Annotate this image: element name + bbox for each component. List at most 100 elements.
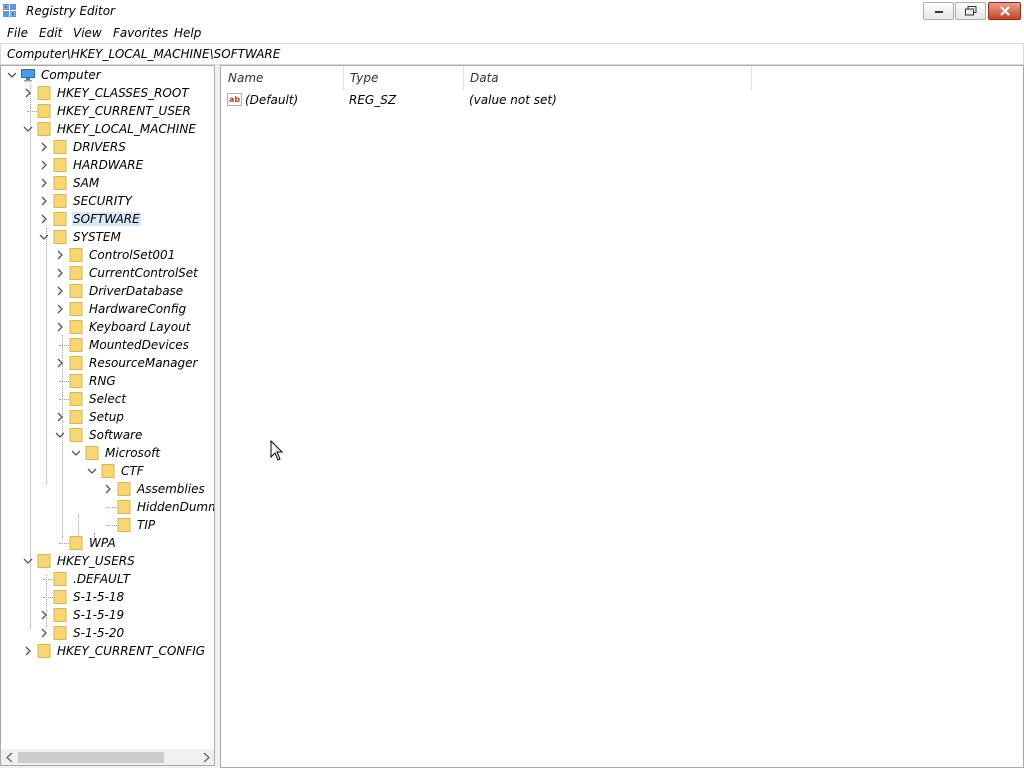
value-row[interactable]: ab (Default) REG_SZ (value not set): [221, 90, 1001, 110]
tree-node-label[interactable]: HKEY_LOCAL_MACHINE: [56, 122, 197, 136]
chevron-down-icon[interactable]: [23, 555, 33, 567]
tree-node[interactable]: S-1-5-18: [1, 588, 214, 606]
address-path[interactable]: Computer\HKEY_LOCAL_MACHINE\SOFTWARE: [7, 47, 280, 61]
chevron-down-icon[interactable]: [87, 465, 97, 477]
tree-node-label[interactable]: HKEY_CLASSES_ROOT: [56, 86, 190, 100]
tree-node[interactable]: CurrentControlSet: [1, 264, 214, 282]
chevron-down-icon[interactable]: [55, 429, 65, 441]
column-header-name[interactable]: Name: [221, 66, 343, 90]
tree-node-label[interactable]: .DEFAULT: [72, 572, 131, 586]
tree-node-label[interactable]: SAM: [72, 176, 100, 190]
tree-node-label[interactable]: MountedDevices: [88, 338, 190, 352]
tree-node[interactable]: S-1-5-19: [1, 606, 214, 624]
tree-node[interactable]: DriverDatabase: [1, 282, 214, 300]
menu-help[interactable]: Help: [174, 26, 201, 40]
tree-node-label[interactable]: TIP: [136, 518, 156, 532]
address-bar[interactable]: Computer\HKEY_LOCAL_MACHINE\SOFTWARE: [0, 43, 1024, 65]
tree-node-label[interactable]: HiddenDumm: [136, 500, 214, 514]
tree-node[interactable]: Assemblies: [1, 480, 214, 498]
close-button[interactable]: [988, 2, 1021, 20]
tree-node-label[interactable]: WPA: [88, 536, 117, 550]
tree-node[interactable]: Setup: [1, 408, 214, 426]
tree-node[interactable]: Keyboard Layout: [1, 318, 214, 336]
chevron-right-icon[interactable]: [39, 177, 49, 189]
tree-node-label[interactable]: Select: [88, 392, 127, 406]
tree-node-label[interactable]: Keyboard Layout: [88, 320, 191, 334]
tree-node[interactable]: TIP: [1, 516, 214, 534]
menu-view[interactable]: View: [73, 26, 102, 40]
tree-node[interactable]: HKEY_LOCAL_MACHINE: [1, 120, 214, 138]
chevron-right-icon[interactable]: [55, 285, 65, 297]
tree-node[interactable]: DRIVERS: [1, 138, 214, 156]
tree-node[interactable]: SAM: [1, 174, 214, 192]
tree-node-label[interactable]: ResourceManager: [88, 356, 198, 370]
chevron-right-icon[interactable]: [55, 411, 65, 423]
values-list-pane[interactable]: Name Type Data ab (Default) REG_SZ (valu…: [220, 65, 1024, 768]
tree-node-label[interactable]: HardwareConfig: [88, 302, 187, 316]
tree-node-label[interactable]: SECURITY: [72, 194, 133, 208]
tree-node-label[interactable]: HKEY_USERS: [56, 554, 136, 568]
tree-node[interactable]: HARDWARE: [1, 156, 214, 174]
tree-node[interactable]: SECURITY: [1, 192, 214, 210]
menu-edit[interactable]: Edit: [39, 26, 62, 40]
key-tree-pane[interactable]: Computer HKEY_CLASSES_ROOT HKEY_CURRENT_US…: [0, 65, 215, 766]
tree-node-label[interactable]: Setup: [88, 410, 125, 424]
tree-horizontal-scrollbar[interactable]: [1, 749, 214, 765]
tree-node[interactable]: Computer: [1, 66, 214, 84]
tree-node-label-selected[interactable]: SOFTWARE: [72, 212, 141, 226]
restore-button[interactable]: [955, 2, 986, 20]
chevron-right-icon[interactable]: [55, 357, 65, 369]
tree-node-label[interactable]: DriverDatabase: [88, 284, 184, 298]
tree-node[interactable]: .DEFAULT: [1, 570, 214, 588]
chevron-right-icon[interactable]: [39, 609, 49, 621]
tree-node[interactable]: SOFTWARE: [1, 210, 214, 228]
chevron-right-icon[interactable]: [55, 267, 65, 279]
chevron-right-icon[interactable]: [39, 213, 49, 225]
tree-node[interactable]: ResourceManager: [1, 354, 214, 372]
tree-node-label[interactable]: Microsoft: [104, 446, 161, 460]
tree-node[interactable]: HKEY_CURRENT_USER: [1, 102, 214, 120]
tree-node-label[interactable]: RNG: [88, 374, 117, 388]
tree-node[interactable]: CTF: [1, 462, 214, 480]
tree-node[interactable]: S-1-5-20: [1, 624, 214, 642]
chevron-right-icon[interactable]: [23, 87, 33, 99]
chevron-right-icon[interactable]: [23, 645, 33, 657]
tree-node-label[interactable]: SYSTEM: [72, 230, 122, 244]
tree-node-label[interactable]: HKEY_CURRENT_USER: [56, 104, 192, 118]
tree-node[interactable]: WPA: [1, 534, 214, 552]
column-header-type[interactable]: Type: [343, 66, 463, 90]
scrollbar-thumb[interactable]: [18, 752, 164, 763]
menu-file[interactable]: File: [7, 26, 28, 40]
tree-node[interactable]: HardwareConfig: [1, 300, 214, 318]
tree-node[interactable]: HKEY_CURRENT_CONFIG: [1, 642, 214, 660]
chevron-right-icon[interactable]: [55, 321, 65, 333]
tree-node-label[interactable]: ControlSet001: [88, 248, 176, 262]
tree-node[interactable]: RNG: [1, 372, 214, 390]
tree-node[interactable]: HKEY_USERS: [1, 552, 214, 570]
tree-node[interactable]: Software: [1, 426, 214, 444]
chevron-right-icon[interactable]: [39, 195, 49, 207]
tree-node-label[interactable]: Software: [88, 428, 143, 442]
tree-node[interactable]: MountedDevices: [1, 336, 214, 354]
tree-node[interactable]: HKEY_CLASSES_ROOT: [1, 84, 214, 102]
tree-node[interactable]: Select: [1, 390, 214, 408]
chevron-right-icon[interactable]: [55, 249, 65, 261]
tree-node-label[interactable]: Computer: [40, 68, 102, 82]
tree-node-label[interactable]: S-1-5-20: [72, 626, 125, 640]
menu-favorites[interactable]: Favorites: [113, 26, 168, 40]
tree-node-label[interactable]: CurrentControlSet: [88, 266, 199, 280]
tree-node-label[interactable]: Assemblies: [136, 482, 206, 496]
tree-node[interactable]: HiddenDumm: [1, 498, 214, 516]
chevron-right-icon[interactable]: [39, 627, 49, 639]
tree-node[interactable]: Microsoft: [1, 444, 214, 462]
column-divider[interactable]: [751, 66, 752, 90]
tree-node-label[interactable]: DRIVERS: [72, 140, 127, 154]
minimize-button[interactable]: [923, 2, 954, 20]
tree-node[interactable]: SYSTEM: [1, 228, 214, 246]
column-header-data[interactable]: Data: [463, 66, 751, 90]
tree-node-label[interactable]: S-1-5-18: [72, 590, 125, 604]
scroll-left-icon[interactable]: [4, 751, 16, 764]
chevron-down-icon[interactable]: [39, 231, 49, 243]
tree-node-label[interactable]: CTF: [120, 464, 145, 478]
tree-node[interactable]: ControlSet001: [1, 246, 214, 264]
